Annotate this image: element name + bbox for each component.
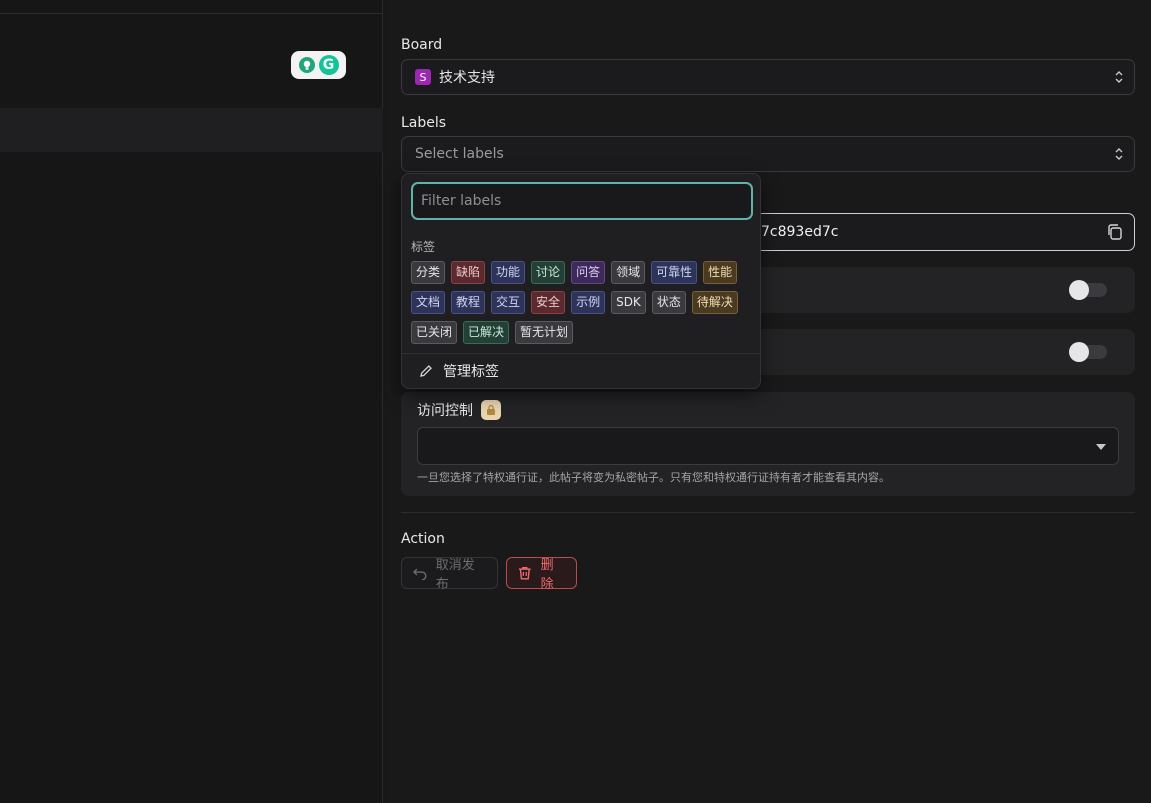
label-tag[interactable]: 已关闭 [411, 321, 458, 344]
access-control-title: 访问控制 [417, 400, 501, 420]
label-tag[interactable]: 教程 [451, 291, 486, 314]
label-tag[interactable]: 可靠性 [651, 261, 698, 284]
access-control-card: 访问控制 一旦您选择了特权通行证，此帖子将变为私密帖子。只有您和特权通行证持有者… [401, 392, 1135, 496]
labels-label: Labels [401, 115, 447, 131]
board-badge: S [415, 69, 431, 85]
pencil-icon [420, 365, 432, 377]
label-group-title: 标签 [411, 240, 436, 254]
board-value: 技术支持 [439, 70, 495, 86]
list-row[interactable] [0, 108, 383, 152]
action-label: Action [401, 531, 445, 547]
labels-dropdown: 标签 分类缺陷功能讨论问答领域可靠性性能文档教程交互安全示例SDK状态待解决已关… [401, 173, 761, 389]
access-control-title-text: 访问控制 [417, 403, 473, 419]
access-pass-select[interactable] [417, 427, 1119, 465]
label-tag[interactable]: 已解决 [463, 321, 510, 344]
filter-labels-input[interactable] [411, 182, 753, 220]
label-tag[interactable]: 文档 [411, 291, 446, 314]
toggle-knob [1069, 342, 1089, 362]
board-label: Board [401, 37, 443, 53]
chevron-updown-icon [1115, 71, 1123, 83]
label-tag[interactable]: 缺陷 [451, 261, 486, 284]
label-tag[interactable]: 功能 [491, 261, 526, 284]
toggle-switch-1[interactable] [1069, 280, 1107, 300]
left-divider [0, 13, 383, 14]
label-tag[interactable]: 分类 [411, 261, 446, 284]
toggle-knob [1069, 280, 1089, 300]
label-tag[interactable]: 性能 [703, 261, 738, 284]
unpublish-button[interactable]: 取消发布 [401, 557, 498, 592]
label-tag[interactable]: 问答 [571, 261, 606, 284]
grammarly-icon[interactable]: G [318, 55, 339, 75]
label-tag[interactable]: 示例 [571, 291, 606, 314]
caret-down-icon [1096, 444, 1106, 450]
toggle-switch-2[interactable] [1069, 342, 1107, 362]
label-tag[interactable]: 交互 [491, 291, 526, 314]
undo-icon [412, 568, 427, 580]
label-tag[interactable]: 暂无计划 [515, 321, 574, 344]
unpublish-label: 取消发布 [435, 558, 475, 592]
labels-select[interactable]: Select labels [401, 136, 1135, 172]
copy-icon[interactable] [1106, 223, 1124, 241]
label-tag[interactable]: 状态 [651, 291, 686, 314]
left-pane: G [0, 0, 383, 803]
board-select[interactable]: S 技术支持 [401, 59, 1135, 95]
access-hint: 一旦您选择了特权通行证，此帖子将变为私密帖子。只有您和特权通行证持有者才能查看其… [417, 471, 890, 484]
toggle-row-1 [745, 267, 1135, 313]
id-value: 7c893ed7c [761, 224, 839, 240]
manage-labels-button[interactable]: 管理标签 [418, 361, 499, 381]
section-divider [401, 512, 1135, 513]
lock-icon [481, 400, 501, 420]
dropdown-divider [402, 353, 760, 354]
label-tag[interactable]: SDK [611, 291, 646, 314]
label-tag[interactable]: 待解决 [691, 291, 738, 314]
extension-badge[interactable]: G [291, 51, 346, 79]
manage-labels-label: 管理标签 [443, 364, 499, 380]
chevron-updown-icon [1115, 148, 1123, 160]
label-tag[interactable]: 安全 [531, 291, 566, 314]
lightbulb-icon[interactable] [298, 57, 315, 73]
delete-button[interactable]: 删除 [506, 557, 577, 592]
label-tag-list: 分类 缺陷 功能 讨论 问答 领域 可靠性 性能文档 教程 交互 安全 示例 SDK 状态 待解决已关闭 已解… [411, 261, 753, 344]
label-tag[interactable]: 讨论 [531, 261, 566, 284]
label-tag[interactable]: 领域 [611, 261, 646, 284]
labels-placeholder: Select labels [415, 146, 504, 162]
toggle-row-2 [745, 329, 1135, 375]
id-field[interactable]: 7c893ed7c [745, 213, 1135, 251]
trash-icon [518, 566, 531, 580]
delete-label: 删除 [540, 558, 554, 592]
